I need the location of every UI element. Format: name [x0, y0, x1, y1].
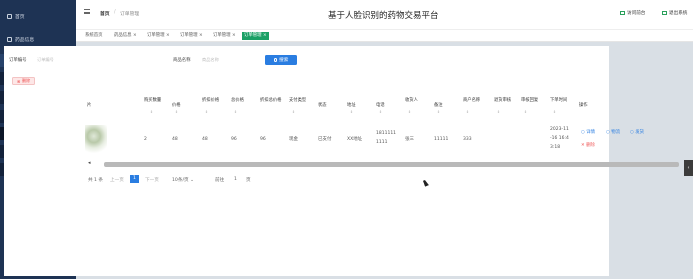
sidebar-item-home[interactable]: 首页 — [0, 10, 76, 23]
col-header-receiver: 收货人 — [405, 98, 418, 103]
drug-icon — [7, 37, 12, 42]
tab-order-3[interactable]: 订单管理 × — [213, 32, 236, 40]
sort-icon[interactable]: ⇕ — [497, 110, 500, 114]
cell-discount-total: 96 — [260, 137, 266, 142]
sort-icon[interactable]: ⇕ — [150, 110, 153, 114]
sort-icon[interactable]: ⇕ — [379, 110, 382, 114]
search-icon — [273, 58, 278, 62]
col-header-qty: 购买数量 — [144, 98, 162, 103]
col-header-review-reply: 审核回复 — [521, 98, 539, 103]
tabs-bar: 系统首页 药品信息 × 订单管理 × 订单管理 × 订单管理 × 订单管理 × … — [76, 30, 693, 42]
sort-icon[interactable]: ⇕ — [437, 110, 440, 114]
page-title: 基于人脸识别的药物交易平台 — [328, 11, 439, 21]
menu-toggle-icon[interactable] — [84, 9, 90, 14]
top-bar: 首页 / 订单管理 基于人脸识别的药物交易平台 访问前台 退出系统 — [76, 0, 693, 30]
breadcrumb-separator: / — [114, 10, 116, 15]
goto-label: 前往 — [215, 178, 225, 183]
sort-icon[interactable]: ⇕ — [205, 110, 208, 114]
page-unit-label: 页 — [246, 178, 251, 183]
sort-icon[interactable]: ⇕ — [292, 110, 295, 114]
cell-address: XX地址 — [347, 137, 363, 142]
sort-icon[interactable]: ⇕ — [175, 110, 178, 114]
col-header-order-time: 下单时间 — [550, 98, 568, 103]
visit-frontend-link[interactable]: 访问前台 — [620, 10, 645, 16]
side-expand-arrow[interactable]: ‹ — [684, 160, 693, 176]
col-header-return-review: 退货审核 — [494, 98, 512, 103]
col-header-pay-type: 支付类型 — [289, 98, 307, 103]
ship-button[interactable]: ○ 发货 — [630, 129, 644, 135]
cell-price: 48 — [172, 137, 178, 142]
col-header-discount-price: 折扣价格 — [202, 98, 220, 103]
col-header-remark: 备注 — [434, 103, 443, 108]
sort-icon[interactable]: ⇕ — [408, 110, 411, 114]
cell-remark: 11111 — [434, 137, 449, 142]
col-header-discount-total: 折扣总价格 — [260, 98, 282, 103]
cell-discount-price: 48 — [202, 137, 208, 142]
pagination-current-page[interactable]: 1 — [130, 175, 139, 183]
cell-date-line2: -16 16:4 — [550, 136, 569, 141]
pagination-next[interactable]: 下一页 — [145, 177, 159, 183]
monitor-icon — [620, 11, 625, 15]
scrollbar-thumb[interactable] — [104, 162, 679, 167]
product-name-label: 商品名称 — [173, 58, 191, 63]
product-name-input[interactable]: 商品名称 — [202, 56, 252, 64]
sort-icon[interactable]: ⇕ — [524, 110, 527, 114]
cell-pay-type: 现金 — [289, 137, 298, 142]
order-no-input[interactable]: 订单编号 — [37, 56, 87, 64]
col-header-merchant: 商户名称 — [463, 98, 481, 103]
tab-order-active[interactable]: 订单管理 × — [242, 32, 269, 40]
sort-icon[interactable]: ⇕ — [234, 110, 237, 114]
logistics-button[interactable]: ○ 物流 — [606, 129, 620, 135]
sort-icon[interactable]: ⇕ — [466, 110, 469, 114]
cell-merchant: 333 — [463, 137, 472, 142]
pagination-prev[interactable]: 上一页 — [110, 177, 124, 183]
cell-status: 已支付 — [318, 137, 332, 142]
tab-order-1[interactable]: 订单管理 × — [147, 32, 170, 40]
row-delete-button[interactable]: ✕ 删除 — [581, 142, 595, 148]
breadcrumb-home[interactable]: 首页 — [100, 10, 110, 17]
cell-date-line3: 3:18 — [550, 145, 561, 150]
delete-button[interactable]: ⊗ 删除 — [12, 77, 35, 85]
breadcrumb-current: 订单管理 — [120, 12, 140, 17]
col-header-price: 价格 — [172, 103, 181, 108]
chevron-down-icon: ⌄ — [190, 178, 194, 183]
cell-qty: 2 — [144, 137, 147, 142]
home-icon — [7, 14, 12, 19]
sidebar-item-drug-info[interactable]: 药品信息 — [0, 33, 76, 46]
col-header-actions: 操作 — [579, 103, 588, 108]
cell-phone-line1: 1811111 — [376, 131, 397, 136]
pagination-total: 共 1 条 — [88, 178, 104, 183]
detail-button[interactable]: ○ 详情 — [581, 129, 595, 135]
page-size-select[interactable]: 10条/页 ⌄ — [172, 177, 194, 183]
product-image — [85, 125, 107, 153]
logout-icon — [662, 11, 667, 15]
logout-link[interactable]: 退出系统 — [662, 10, 687, 16]
content-panel: 订单编号 订单编号 商品名称 商品名称 搜索 ⊗ 删除 — [4, 46, 609, 276]
goto-input[interactable]: 1 — [234, 177, 237, 182]
col-header-phone: 电话 — [376, 103, 385, 108]
search-button[interactable]: 搜索 — [265, 55, 297, 65]
tab-order-2[interactable]: 订单管理 × — [180, 32, 203, 40]
col-header-status: 状态 — [318, 103, 327, 108]
col-header-image: 片 — [87, 103, 92, 108]
cell-date-line1: 2023-11 — [550, 127, 569, 132]
cell-receiver: 张三 — [405, 137, 414, 142]
tab-drug-info[interactable]: 药品信息 × — [114, 32, 137, 40]
delete-circle-icon: ⊗ — [16, 78, 21, 84]
cell-phone-line2: 1111 — [376, 140, 388, 145]
sort-icon[interactable]: ⇕ — [350, 110, 353, 114]
cell-total: 96 — [231, 137, 237, 142]
sort-icon[interactable]: ⇕ — [553, 110, 556, 114]
col-header-total: 总价格 — [231, 98, 244, 103]
tab-home[interactable]: 系统首页 — [85, 32, 103, 40]
order-no-label: 订单编号 — [9, 58, 27, 63]
col-header-address: 地址 — [347, 103, 356, 108]
